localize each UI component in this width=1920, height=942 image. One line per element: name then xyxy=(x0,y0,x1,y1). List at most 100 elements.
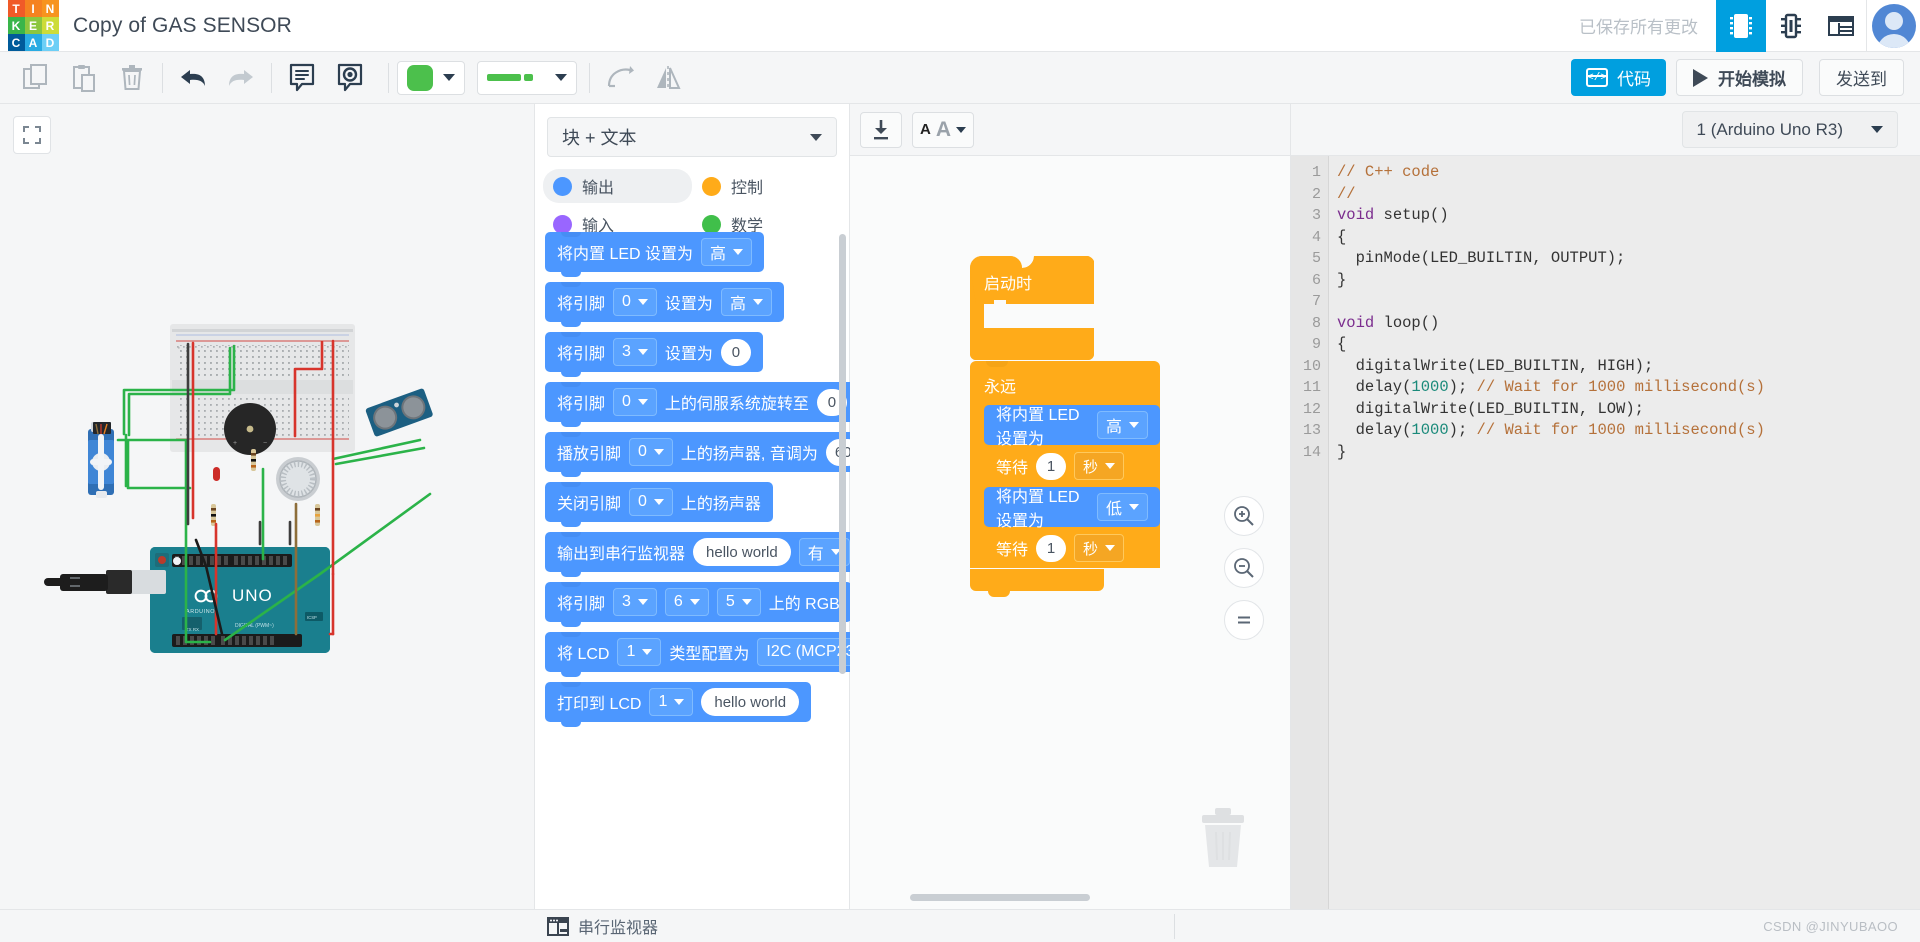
block-dropdown[interactable]: 6 xyxy=(664,588,709,616)
block-number-input[interactable]: 0 xyxy=(720,338,751,366)
chevron-down-icon xyxy=(1105,463,1116,469)
svg-text:ICSP: ICSP xyxy=(307,615,317,620)
font-size-button[interactable]: A A xyxy=(912,111,974,148)
palette-block-3[interactable]: 将引脚 3 设置为 0 xyxy=(545,332,763,377)
palette-scrollbar[interactable] xyxy=(839,234,846,674)
block-dropdown[interactable]: I2C (MCP2300 xyxy=(757,638,851,666)
palette-block-list[interactable]: 将内置 LED 设置为高将引脚 0 设置为高将引脚 3 设置为 0 将引脚 0 上的伺服系统旋转… xyxy=(535,232,851,909)
note-icon xyxy=(289,63,315,91)
resistor-2 xyxy=(251,449,256,471)
zoom-in-button[interactable] xyxy=(1224,496,1264,536)
block-text-input[interactable]: hello world xyxy=(701,688,800,716)
script-dropdown[interactable]: 秒 xyxy=(1074,452,1125,480)
serial-monitor-button[interactable]: 串行监视器 xyxy=(547,914,658,938)
block-dropdown[interactable]: 3 xyxy=(613,588,657,616)
block-label: 上的扬声器 xyxy=(680,496,761,513)
fullscreen-button[interactable] xyxy=(13,116,51,154)
block-dropdown[interactable]: 1 xyxy=(649,688,694,716)
script-block-3[interactable]: 将内置 LED 设置为 低 xyxy=(984,487,1160,530)
delete-button[interactable] xyxy=(108,58,156,98)
chevron-down-icon-2 xyxy=(555,74,567,81)
paste-icon xyxy=(73,64,95,92)
palette-block-4[interactable]: 将引脚 0 上的伺服系统旋转至 0 xyxy=(545,382,851,427)
category-1[interactable]: 输出 xyxy=(543,169,692,203)
script-block-4[interactable]: 等待 1 秒 xyxy=(984,528,1160,568)
block-dropdown[interactable]: 0 xyxy=(613,388,657,416)
line-number: 10 xyxy=(1302,357,1321,375)
user-menu[interactable] xyxy=(1866,0,1920,52)
block-dropdown[interactable]: 0 xyxy=(613,288,657,316)
block-dropdown[interactable]: 3 xyxy=(613,338,657,366)
palette-block-6[interactable]: 关闭引脚 0 上的扬声器 xyxy=(545,482,773,527)
tinkercad-logo[interactable]: TINKERCAD xyxy=(5,0,61,52)
palette-block-2[interactable]: 将引脚 0 设置为高 xyxy=(545,282,784,327)
code-button[interactable]: </> 代码 xyxy=(1571,59,1666,96)
redo-button[interactable] xyxy=(217,58,265,98)
category-2[interactable]: 控制 xyxy=(692,169,841,203)
palette-block-9[interactable]: 将 LCD 1 类型配置为 I2C (MCP2300 xyxy=(545,632,851,677)
chevron-down-icon xyxy=(637,349,648,355)
block-dropdown[interactable]: 1 xyxy=(617,638,662,666)
block-label: 输出到串行监视器 xyxy=(557,546,686,563)
code-token: 1000 xyxy=(1411,378,1449,396)
palette-block-1[interactable]: 将内置 LED 设置为高 xyxy=(545,232,765,277)
rotate-button[interactable] xyxy=(596,58,644,98)
chevron-down-icon xyxy=(674,699,685,705)
canvas-hscrollbar[interactable] xyxy=(910,894,1090,901)
palette-block-7[interactable]: 输出到串行监视器hello world有换 xyxy=(545,532,851,577)
wire-style-picker[interactable] xyxy=(477,60,577,95)
script-number-input[interactable]: 1 xyxy=(1036,452,1067,480)
script-dropdown[interactable]: 秒 xyxy=(1074,534,1125,562)
on-start-block[interactable]: 启动时 xyxy=(970,256,1098,365)
logo-tile-a: A xyxy=(24,34,42,51)
forever-block[interactable]: 永远 将内置 LED 设置为高等待 1 秒将内置 LED 设置为低等待 1 秒 xyxy=(970,361,1160,597)
block-label: 将内置 LED 设置为 xyxy=(557,246,694,263)
notes-button[interactable] xyxy=(278,58,326,98)
block-dropdown[interactable]: 0 xyxy=(629,438,673,466)
editor-mode-select[interactable]: 块 + 文本 xyxy=(547,117,837,157)
undo-button[interactable] xyxy=(169,58,217,98)
block-dropdown[interactable]: 0 xyxy=(629,488,673,516)
mirror-button[interactable] xyxy=(644,58,692,98)
send-to-button[interactable]: 发送到 xyxy=(1819,59,1904,96)
rotate-icon xyxy=(607,65,634,87)
block-dropdown[interactable]: 高 xyxy=(701,238,753,266)
block-canvas[interactable]: 启动时 永远 将内置 LED 设置为高等待 1 秒将内置 LED 设置为低等待 1 秒 xyxy=(850,156,1290,909)
fullscreen-icon xyxy=(23,126,41,144)
board-selector[interactable]: 1 (Arduino Uno R3) xyxy=(1681,111,1898,148)
canvas-trash[interactable] xyxy=(1196,807,1250,869)
canvas-toolbar: A A xyxy=(850,104,1290,156)
board-label: 1 (Arduino Uno R3) xyxy=(1696,119,1843,139)
annotation-button[interactable] xyxy=(326,58,374,98)
led xyxy=(213,467,220,481)
script-dropdown[interactable]: 高 xyxy=(1096,411,1148,439)
paste-button[interactable] xyxy=(60,58,108,98)
bottom-bar: 串行监视器 CSDN @JINYUBAOO xyxy=(0,909,1920,942)
palette-block-10[interactable]: 打印到 LCD 1 hello world xyxy=(545,682,812,727)
script-dropdown[interactable]: 低 xyxy=(1096,493,1148,521)
start-simulation-button[interactable]: 开始模拟 xyxy=(1676,59,1803,96)
download-code-button[interactable] xyxy=(860,111,902,148)
script-block-2[interactable]: 等待 1 秒 xyxy=(984,446,1160,486)
watermark: CSDN @JINYUBAOO xyxy=(1763,918,1898,934)
board-view-button[interactable] xyxy=(1716,0,1766,52)
zoom-reset-button[interactable] xyxy=(1224,600,1264,640)
copy-button[interactable] xyxy=(12,58,60,98)
logo-tile-e: E xyxy=(24,17,42,34)
list-view-button[interactable] xyxy=(1816,0,1866,52)
dropdown-value: 6 xyxy=(673,593,683,610)
zoom-out-button[interactable] xyxy=(1224,548,1264,588)
block-label: 将引脚 xyxy=(557,296,606,313)
palette-block-8[interactable]: 将引脚 3 6 5 上的 RGB xyxy=(545,582,851,627)
block-dropdown[interactable]: 高 xyxy=(720,288,772,316)
block-text-input[interactable]: hello world xyxy=(693,538,791,566)
board-selector-bar: 1 (Arduino Uno R3) xyxy=(1291,104,1920,156)
components-view-button[interactable] xyxy=(1766,0,1816,52)
script-number-input[interactable]: 1 xyxy=(1036,534,1067,562)
circuit-canvas[interactable]: + − UNO ARDUINO DIGITAL (PWM~) TX RX ICS… xyxy=(0,104,534,909)
script-block-1[interactable]: 将内置 LED 设置为 高 xyxy=(984,405,1160,448)
code-editor[interactable]: 1 2 3 4 5 6 7 8 9 10 11 12 13 14 // C++ code//void se… xyxy=(1291,156,1920,909)
palette-block-5[interactable]: 播放引脚0上的扬声器, 音调为60 xyxy=(545,432,851,477)
wire-color-picker[interactable] xyxy=(397,60,465,95)
block-dropdown[interactable]: 5 xyxy=(716,588,761,616)
